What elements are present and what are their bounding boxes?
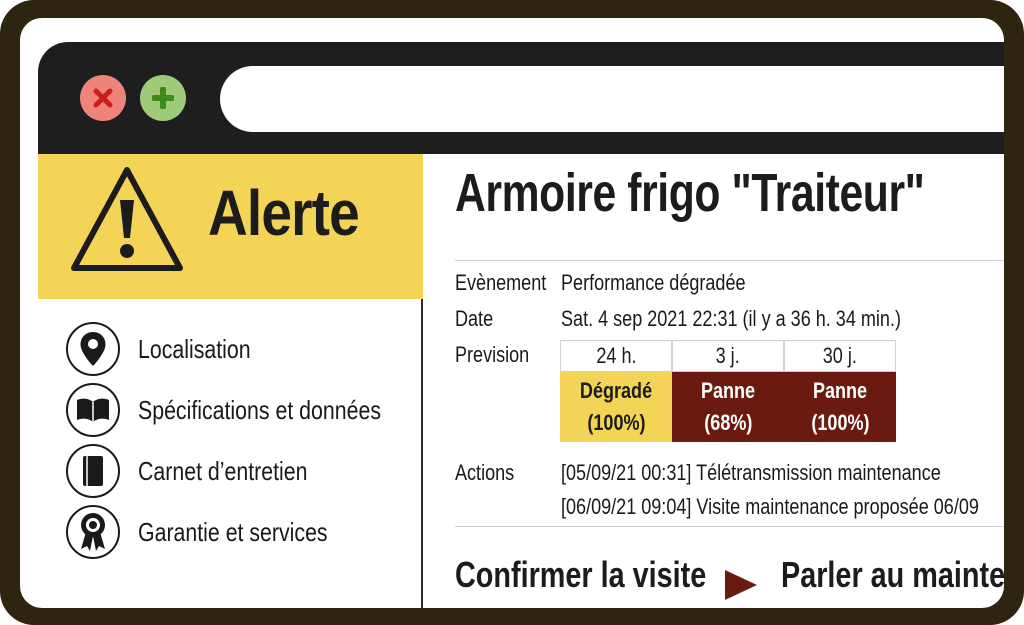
device-frame: Alerte Localisation Spécifications et do…: [0, 0, 1024, 625]
address-bar[interactable]: [220, 66, 1004, 132]
divider: [455, 260, 1004, 261]
forecast-period: 3 j.: [672, 340, 784, 372]
sidebar-item-label: Carnet d’entretien: [138, 456, 308, 486]
page-title: Armoire frigo "Traiteur": [455, 163, 925, 223]
notebook-icon: [66, 444, 120, 498]
sidebar-item-label: Localisation: [138, 334, 251, 364]
browser-titlebar: [38, 42, 1004, 154]
action-log-entry: [05/09/21 00:31] Télétransmission mainte…: [561, 460, 941, 485]
close-button[interactable]: [80, 75, 126, 121]
browser-window: Alerte Localisation Spécifications et do…: [20, 18, 1004, 608]
confirm-visit-button[interactable]: Confirmer la visite: [455, 554, 706, 596]
sidebar-item-label: Spécifications et données: [138, 395, 381, 425]
award-ribbon-icon: [66, 505, 120, 559]
map-pin-icon: [66, 322, 120, 376]
add-button[interactable]: [140, 75, 186, 121]
date-value: Sat. 4 sep 2021 22:31 (il y a 36 h. 34 m…: [561, 306, 901, 331]
forecast-column: 24 h. Dégradé (100%): [560, 340, 672, 442]
action-log-entry: [06/09/21 09:04] Visite maintenance prop…: [561, 494, 979, 519]
sidebar-item-carnet[interactable]: Carnet d’entretien: [66, 444, 406, 505]
forecast-label: Prevision: [455, 342, 530, 367]
forecast-state-degraded: Dégradé (100%): [560, 372, 672, 442]
event-value: Performance dégradée: [561, 270, 746, 295]
forecast-state-label: Panne: [812, 378, 868, 403]
forecast-state-percent: (100%): [810, 410, 870, 435]
sidebar-menu: Localisation Spécifications et données C…: [66, 322, 406, 566]
divider: [455, 526, 1004, 527]
forecast-state-label: Dégradé: [579, 378, 653, 403]
plus-icon: [152, 87, 174, 109]
alert-title: Alerte: [208, 177, 360, 249]
sidebar-item-localisation[interactable]: Localisation: [66, 322, 406, 383]
forecast-column: 3 j. Panne (68%): [672, 340, 784, 442]
forecast-column: 30 j. Panne (100%): [784, 340, 896, 442]
forecast-period: 24 h.: [560, 340, 672, 372]
forecast-period: 30 j.: [784, 340, 896, 372]
event-label: Evènement: [455, 270, 547, 295]
play-arrow-icon[interactable]: [725, 570, 757, 600]
app-content: Alerte Localisation Spécifications et do…: [38, 154, 1004, 608]
actions-label: Actions: [455, 460, 515, 485]
forecast-state-failure: Panne (68%): [672, 372, 784, 442]
sidebar-item-specifications[interactable]: Spécifications et données: [66, 383, 406, 444]
alert-detail-panel: Armoire frigo "Traiteur" Evènement Perfo…: [425, 154, 1004, 608]
close-icon: [93, 88, 113, 108]
forecast-state-percent: (100%): [586, 410, 646, 435]
warning-triangle-icon: [71, 167, 183, 271]
alert-banner: Alerte: [38, 154, 423, 299]
forecast-state-percent: (68%): [703, 410, 753, 435]
forecast-state-label: Panne: [700, 378, 756, 403]
sidebar-item-label: Garantie et services: [138, 517, 328, 547]
sidebar-item-garantie[interactable]: Garantie et services: [66, 505, 406, 566]
forecast-state-failure: Panne (100%): [784, 372, 896, 442]
date-label: Date: [455, 306, 494, 331]
sidebar: Alerte Localisation Spécifications et do…: [38, 154, 423, 608]
open-book-icon: [66, 383, 120, 437]
contact-maintenance-button[interactable]: Parler au mainter: [781, 554, 1004, 596]
